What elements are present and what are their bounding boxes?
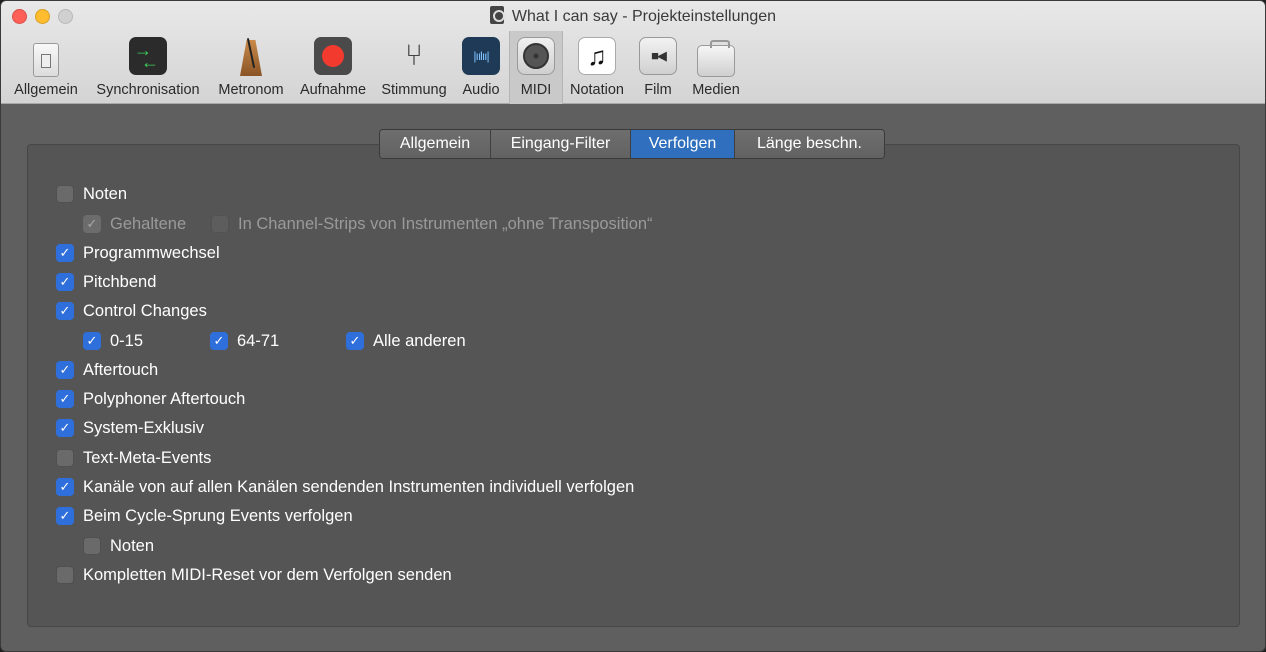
- metronome-icon: [232, 37, 270, 76]
- toolbar-label: MIDI: [520, 82, 552, 98]
- document-icon: [489, 6, 505, 24]
- option-midi-reset[interactable]: Kompletten MIDI-Reset vor dem Verfolgen …: [56, 564, 452, 586]
- option-label: In Channel-Strips von Instrumenten „ohne…: [238, 214, 653, 233]
- window-title-text: What I can say - Projekteinstellungen: [511, 8, 777, 25]
- toolbar-label: Synchronisation: [96, 82, 200, 98]
- toolbar-item-synchronisation[interactable]: → ← Synchronisation: [89, 31, 207, 104]
- title-bar: What I can say - Projekteinstellungen Al…: [1, 1, 1265, 104]
- option-text-meta-events[interactable]: Text-Meta-Events: [56, 447, 211, 469]
- checkbox[interactable]: ✓: [56, 273, 74, 291]
- option-label: Control Changes: [83, 301, 207, 320]
- window-title: What I can say - Projekteinstellungen: [1, 6, 1265, 28]
- checkbox[interactable]: ✓: [83, 332, 101, 350]
- tab-verfolgen[interactable]: Verfolgen: [631, 130, 735, 158]
- toolbar-label: Allgemein: [14, 82, 78, 98]
- toolbar-item-medien[interactable]: Medien: [687, 31, 745, 104]
- tab-allgemein[interactable]: Allgemein: [380, 130, 491, 158]
- toolbar-item-metronom[interactable]: Metronom: [213, 31, 289, 104]
- waveform-icon: |ıılıı|: [462, 37, 500, 75]
- record-icon: [314, 37, 352, 75]
- checkbox[interactable]: [56, 185, 74, 203]
- option-label: Programmwechsel: [83, 243, 220, 262]
- option-cycle-noten[interactable]: Noten: [83, 535, 154, 557]
- option-label: Text-Meta-Events: [83, 448, 212, 467]
- checkbox[interactable]: [56, 449, 74, 467]
- checkbox[interactable]: ✓: [56, 244, 74, 262]
- tab-laenge-beschn[interactable]: Länge beschn.: [735, 130, 884, 158]
- toolbar-label: Aufnahme: [299, 82, 367, 98]
- toolbar-label: Medien: [692, 82, 740, 98]
- option-label: Polyphoner Aftertouch: [83, 389, 246, 408]
- option-label: Pitchbend: [83, 272, 157, 291]
- sync-arrows-icon: → ←: [129, 37, 167, 75]
- project-settings-window: What I can say - Projekteinstellungen Al…: [0, 0, 1266, 652]
- toolbar-item-film[interactable]: Film: [635, 31, 681, 104]
- checkbox: ✓: [83, 215, 101, 233]
- toolbar-item-notation[interactable]: ♫ Notation: [565, 31, 629, 104]
- switch-icon: [27, 37, 65, 77]
- option-channel-strips: In Channel-Strips von Instrumenten „ohne…: [211, 213, 653, 235]
- checkbox[interactable]: ✓: [56, 419, 74, 437]
- option-kanaele-individuell[interactable]: ✓ Kanäle von auf allen Kanälen sendenden…: [56, 476, 634, 498]
- option-cc-0-15[interactable]: ✓ 0-15: [83, 330, 143, 352]
- checkbox[interactable]: ✓: [56, 478, 74, 496]
- option-label: Beim Cycle-Sprung Events verfolgen: [83, 506, 353, 525]
- toolbar-item-audio[interactable]: |ıılıı| Audio: [457, 31, 505, 104]
- checkbox[interactable]: [56, 566, 74, 584]
- option-system-exklusiv[interactable]: ✓ System-Exklusiv: [56, 417, 204, 439]
- toolbar-item-allgemein[interactable]: Allgemein: [9, 31, 83, 104]
- option-cc-64-71[interactable]: ✓ 64-71: [210, 330, 279, 352]
- midi-connector-icon: [517, 37, 555, 75]
- checkbox[interactable]: [83, 537, 101, 555]
- briefcase-icon: [697, 37, 735, 77]
- option-pitchbend[interactable]: ✓ Pitchbend: [56, 271, 156, 293]
- option-label: Gehaltene: [110, 214, 187, 233]
- option-gehaltene: ✓ Gehaltene: [83, 213, 186, 235]
- option-cycle-sprung[interactable]: ✓ Beim Cycle-Sprung Events verfolgen: [56, 505, 353, 527]
- toolbar-label: Audio: [462, 82, 500, 98]
- checkbox[interactable]: ✓: [56, 302, 74, 320]
- option-label: Noten: [110, 536, 155, 555]
- toolbar-label: Stimmung: [381, 82, 447, 98]
- option-label: System-Exklusiv: [83, 418, 205, 437]
- tuning-fork-icon: ⑂: [405, 39, 423, 72]
- option-cc-alle-anderen[interactable]: ✓ Alle anderen: [346, 330, 466, 352]
- toolbar-label: Notation: [569, 82, 624, 98]
- video-camera-icon: [639, 37, 677, 75]
- toolbar-label: Metronom: [218, 82, 284, 98]
- toolbar-item-midi[interactable]: MIDI: [509, 31, 563, 104]
- checkbox[interactable]: ✓: [56, 507, 74, 525]
- tab-eingang-filter[interactable]: Eingang-Filter: [491, 130, 631, 158]
- option-control-changes[interactable]: ✓ Control Changes: [56, 300, 207, 322]
- toolbar-item-aufnahme[interactable]: Aufnahme: [295, 31, 371, 104]
- checkbox[interactable]: ✓: [56, 361, 74, 379]
- toolbar-label: Film: [644, 82, 672, 98]
- checkbox[interactable]: ✓: [210, 332, 228, 350]
- option-label: Kompletten MIDI-Reset vor dem Verfolgen …: [83, 565, 452, 584]
- option-aftertouch[interactable]: ✓ Aftertouch: [56, 359, 158, 381]
- music-note-icon: ♫: [578, 37, 616, 75]
- option-polyphoner-aftertouch[interactable]: ✓ Polyphoner Aftertouch: [56, 388, 245, 410]
- checkbox[interactable]: ✓: [346, 332, 364, 350]
- option-label: Kanäle von auf allen Kanälen sendenden I…: [83, 477, 635, 496]
- checkbox[interactable]: ✓: [56, 390, 74, 408]
- option-programmwechsel[interactable]: ✓ Programmwechsel: [56, 242, 220, 264]
- option-noten[interactable]: Noten: [56, 183, 127, 205]
- option-label: Alle anderen: [373, 331, 466, 350]
- option-label: 64-71: [237, 331, 280, 350]
- toolbar-item-stimmung[interactable]: ⑂ Stimmung: [377, 31, 451, 104]
- checkbox: [211, 215, 229, 233]
- option-label: Aftertouch: [83, 360, 159, 379]
- option-label: Noten: [83, 184, 128, 203]
- midi-tabs: Allgemein Eingang-Filter Verfolgen Länge…: [379, 129, 885, 159]
- option-label: 0-15: [110, 331, 144, 350]
